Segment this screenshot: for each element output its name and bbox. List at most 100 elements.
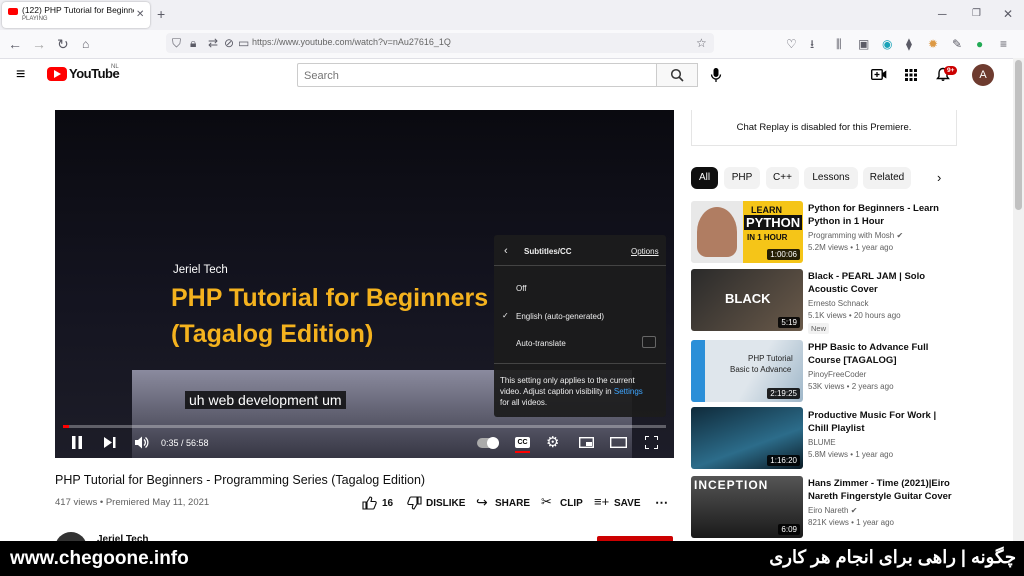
video-duration: 5:19 — [778, 317, 800, 328]
pause-icon[interactable] — [71, 436, 83, 449]
related-thumbnail[interactable]: INCEPTION 6:09 — [691, 476, 803, 538]
save-button[interactable]: ≡+ SAVE — [594, 494, 641, 512]
bookmark-star-icon[interactable]: ☆ — [696, 36, 707, 50]
extension-puzzle-icon[interactable]: ⧫ — [906, 37, 912, 51]
chip-lessons[interactable]: Lessons — [804, 167, 858, 189]
related-title[interactable]: Python for Beginners - Learn Python in 1… — [808, 202, 958, 228]
back-icon[interactable]: ← — [8, 37, 22, 51]
subtitles-option-off[interactable]: Off — [516, 284, 527, 293]
extension-green-icon[interactable]: ● — [976, 37, 983, 51]
chip-related[interactable]: Related — [863, 167, 911, 189]
related-title[interactable]: Productive Music For Work | Chill Playli… — [808, 409, 958, 435]
related-meta: 5.8M views • 1 year ago — [808, 450, 894, 459]
pocket-icon[interactable]: ♡ — [786, 37, 797, 51]
tab-title: (122) PHP Tutorial for Beginners — [22, 5, 134, 15]
search-box[interactable] — [297, 63, 657, 87]
volume-icon[interactable] — [135, 436, 149, 449]
home-icon[interactable]: ⌂ — [82, 37, 89, 51]
new-tab-button[interactable]: + — [157, 7, 165, 21]
progress-bar[interactable] — [63, 425, 666, 428]
footer-site-text: www.chegoone.info — [10, 548, 189, 569]
window-close-icon[interactable]: ✕ — [1003, 7, 1013, 21]
address-bar[interactable]: ⛉ 🔒︎ ⇄ ⊘ ▭ https://www.youtube.com/watch… — [166, 33, 714, 53]
video-overlay-title-line1: PHP Tutorial for Beginners — [171, 284, 489, 312]
downloads-icon[interactable]: ⭳ — [810, 37, 814, 51]
browser-tab-active[interactable]: (122) PHP Tutorial for Beginners PLAYING… — [2, 2, 150, 28]
related-channel: Eiro Nareth ✔ — [808, 505, 857, 517]
guide-menu-icon[interactable]: ≡ — [16, 67, 25, 83]
dislike-label: DISLIKE — [426, 498, 466, 509]
video-player[interactable]: Jeriel Tech PHP Tutorial for Beginners (… — [55, 110, 674, 458]
thumb-text: Basic to Advance — [730, 365, 792, 374]
permissions-icon[interactable]: ⇄ — [208, 36, 218, 50]
apps-grid-icon[interactable] — [905, 69, 917, 81]
subtitles-options-link[interactable]: Options — [631, 247, 659, 256]
region-code: NL — [111, 64, 119, 70]
subtitles-option-autotranslate[interactable]: Auto-translate — [516, 339, 566, 348]
search-input[interactable] — [302, 65, 646, 87]
thumb-text: LEARN — [751, 205, 782, 215]
thumb-person-graphic — [697, 207, 737, 257]
camera-blocked-icon[interactable]: ⊘ — [224, 36, 234, 50]
autotranslate-icon — [642, 336, 656, 348]
related-meta: 821K views • 1 year ago — [808, 518, 894, 527]
shield-icon[interactable]: ⛉ — [172, 36, 181, 50]
related-meta: 5.2M views • 1 year ago — [808, 243, 894, 252]
related-thumbnail[interactable]: 1:16:20 — [691, 407, 803, 469]
search-button[interactable] — [656, 63, 698, 87]
subtitles-note-line3: for all videos. — [500, 398, 548, 407]
clip-label: CLIP — [560, 498, 583, 509]
chip-all[interactable]: All — [691, 167, 718, 189]
share-button[interactable]: ↪ SHARE — [476, 494, 532, 512]
related-channel: PinoyFreeCoder — [808, 370, 867, 379]
reload-icon[interactable]: ↻ — [57, 37, 69, 51]
scrollbar-thumb[interactable] — [1015, 60, 1022, 210]
microphone-icon[interactable] — [710, 67, 722, 83]
minimize-icon[interactable]: ─ — [938, 7, 947, 21]
autoplay-icon[interactable]: ▭ — [238, 36, 249, 50]
close-tab-icon[interactable]: ✕ — [136, 8, 144, 22]
lock-icon[interactable]: 🔒︎ — [190, 36, 196, 50]
settings-gear-icon[interactable]: ⚙ — [546, 433, 559, 451]
fullscreen-icon[interactable] — [645, 436, 658, 449]
more-actions-icon[interactable]: ⋯ — [655, 495, 668, 511]
related-title[interactable]: PHP Basic to Advance Full Course [TAGALO… — [808, 341, 958, 367]
restore-icon[interactable]: ❐ — [972, 7, 981, 21]
thumbs-up-icon — [362, 496, 377, 510]
menu-hamburger-icon[interactable]: ≡ — [1000, 37, 1007, 51]
related-title[interactable]: Black - PEARL JAM | Solo Acoustic Cover — [808, 270, 958, 296]
related-meta: 5.1K views • 20 hours ago — [808, 311, 901, 320]
related-title[interactable]: Hans Zimmer - Time (2021)|Eiro Nareth Fi… — [808, 477, 958, 503]
extension-pen-icon[interactable]: ✎ — [952, 37, 962, 51]
dislike-button[interactable]: DISLIKE — [407, 496, 469, 512]
chip-cpp[interactable]: C++ — [766, 167, 799, 189]
related-thumbnail[interactable]: PHP Tutorial Basic to Advance 2:19:25 — [691, 340, 803, 402]
save-playlist-icon: ≡+ — [594, 494, 610, 509]
page-scrollbar[interactable] — [1013, 58, 1024, 541]
youtube-logo-icon[interactable] — [47, 67, 67, 81]
miniplayer-icon[interactable] — [579, 437, 594, 448]
menu-back-icon[interactable]: ‹ — [504, 245, 508, 257]
settings-link[interactable]: Settings — [614, 387, 643, 396]
related-thumbnail[interactable]: BLACK 5:19 — [691, 269, 803, 331]
related-thumbnail[interactable]: LEARN PYTHON IN 1 HOUR 1:00:06 — [691, 201, 803, 263]
subtitles-option-english[interactable]: English (auto-generated) — [516, 312, 604, 321]
chip-php[interactable]: PHP — [724, 167, 760, 189]
autoplay-toggle[interactable] — [477, 437, 499, 449]
create-video-icon[interactable] — [871, 68, 887, 81]
tab-playing-status: PLAYING — [22, 16, 48, 22]
subtitles-cc-icon[interactable]: CC — [515, 437, 530, 448]
theater-mode-icon[interactable] — [610, 437, 627, 448]
chips-next-chevron-icon[interactable]: › — [937, 170, 941, 185]
video-overlay-author: Jeriel Tech — [173, 264, 228, 276]
footer-persian-text: چگونه | راهی برای انجام هر کاری — [769, 547, 1016, 567]
extension-color-icon[interactable]: ✹ — [928, 37, 938, 51]
library-icon[interactable]: ⫼ — [836, 37, 842, 51]
forward-icon[interactable]: → — [32, 37, 46, 51]
related-channel: Ernesto Schnack — [808, 299, 869, 308]
clip-button[interactable]: ✂ CLIP — [541, 494, 587, 512]
next-video-icon[interactable] — [104, 437, 116, 448]
avatar[interactable]: A — [972, 64, 994, 86]
extension-edge-icon[interactable]: ◉ — [882, 37, 892, 51]
sidebar-icon[interactable]: ▣ — [858, 37, 869, 51]
